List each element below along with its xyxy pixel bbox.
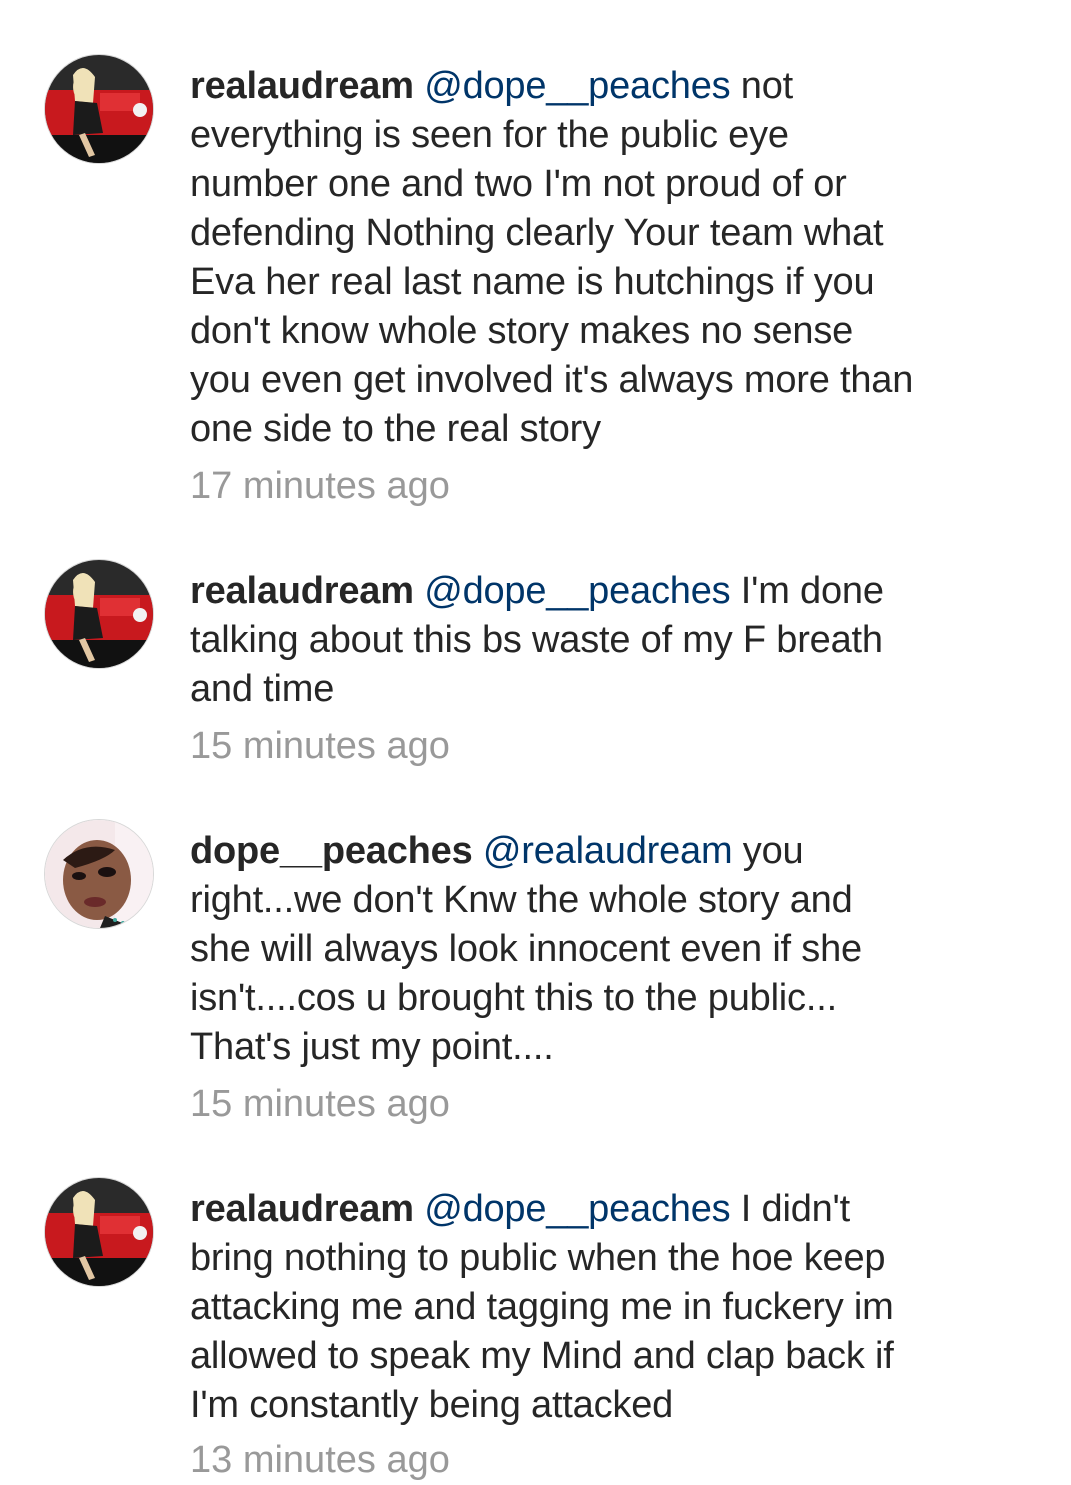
comment-timestamp: 15 minutes ago <box>190 725 450 767</box>
comment-body: realaudream @dope__peaches not everythin… <box>190 62 1010 454</box>
avatar[interactable] <box>45 560 153 668</box>
comment-timestamp: 13 minutes ago <box>190 1439 450 1481</box>
comment-mention[interactable]: @dope__peaches <box>424 65 730 107</box>
user-photo-icon <box>45 1178 153 1286</box>
comment-username[interactable]: realaudream <box>190 65 414 107</box>
comment-username[interactable]: realaudream <box>190 570 414 612</box>
comment-body: realaudream @dope__peaches I didn't brin… <box>190 1185 1010 1430</box>
comment-text: not everything is seen for the public ey… <box>190 65 914 450</box>
user-photo-icon <box>45 55 153 163</box>
comment-mention[interactable]: @dope__peaches <box>424 570 730 612</box>
comment-timestamp: 17 minutes ago <box>190 465 450 507</box>
comment-body: realaudream @dope__peaches I'm done talk… <box>190 567 1010 714</box>
comment-username[interactable]: dope__peaches <box>190 830 473 872</box>
avatar[interactable] <box>45 55 153 163</box>
avatar[interactable] <box>45 1178 153 1286</box>
comment-username[interactable]: realaudream <box>190 1188 414 1230</box>
user-photo-icon <box>45 560 153 668</box>
comment-body: dope__peaches @realaudream you right...w… <box>190 827 1010 1072</box>
comment-timestamp: 15 minutes ago <box>190 1083 450 1125</box>
avatar[interactable] <box>45 820 153 928</box>
comment-mention[interactable]: @realaudream <box>483 830 733 872</box>
comment-mention[interactable]: @dope__peaches <box>424 1188 730 1230</box>
user-photo-icon <box>45 820 153 928</box>
